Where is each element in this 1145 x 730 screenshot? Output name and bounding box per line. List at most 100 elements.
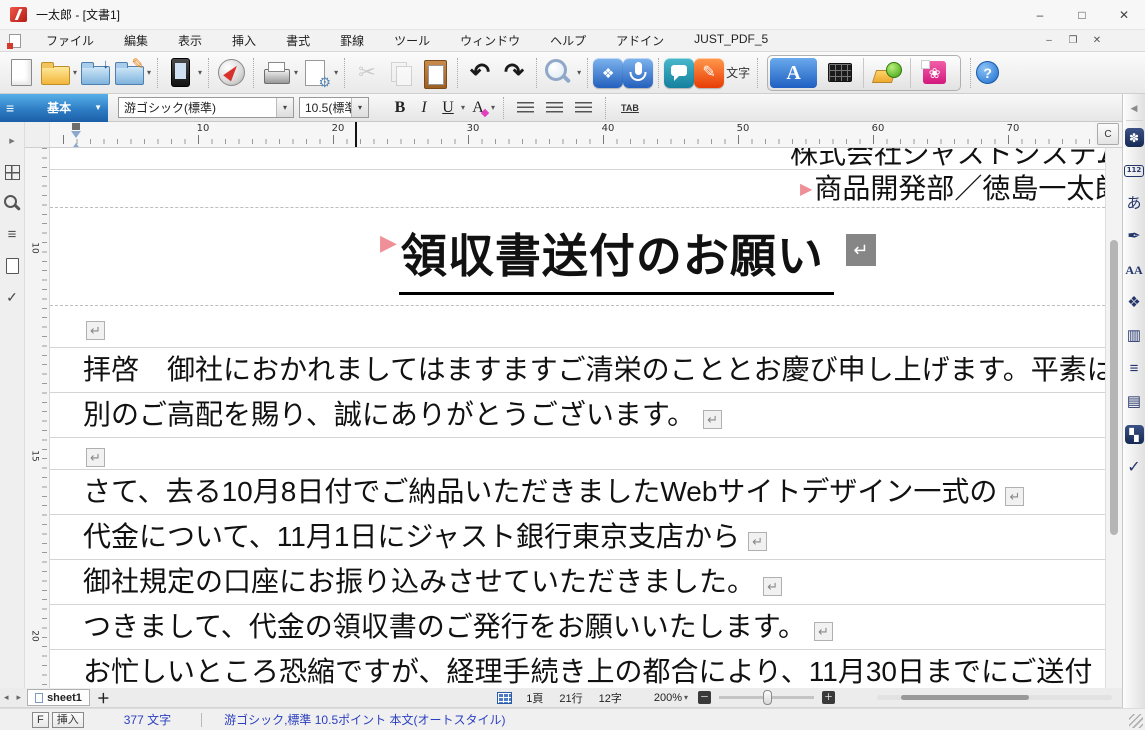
indent-marker[interactable] — [71, 131, 81, 147]
doc-close-button[interactable]: ✕ — [1085, 35, 1109, 46]
hamburger-icon[interactable]: ≡ — [6, 100, 14, 116]
vertical-scrollbar-thumb[interactable] — [1110, 240, 1118, 535]
collapse-panel-icon[interactable]: ◀ — [1126, 97, 1143, 121]
fonts-icon[interactable]: AA — [1123, 253, 1145, 286]
save-as-icon[interactable]: ✎ — [112, 56, 146, 90]
view-mode-icon[interactable] — [497, 692, 512, 704]
copy-icon[interactable] — [384, 56, 418, 90]
paste-icon[interactable] — [418, 56, 452, 90]
close-button[interactable]: ✕ — [1103, 0, 1145, 30]
body-line[interactable]: お忙しいところ恐縮ですが、経理手続き上の都合により、11月30日までにご送付 — [50, 650, 1105, 688]
horizontal-scrollbar-thumb[interactable] — [901, 695, 1029, 700]
proof-check-icon[interactable]: ✓ — [0, 281, 25, 312]
mobile-view-icon[interactable] — [163, 56, 197, 90]
zoom-slider[interactable] — [719, 696, 814, 699]
vertical-scrollbar[interactable] — [1105, 148, 1122, 688]
text-correction-icon[interactable]: ✎ — [694, 58, 724, 88]
expand-panel-icon[interactable]: ▸ — [0, 126, 25, 157]
menu-item-just-pdf[interactable]: JUST_PDF_5 — [679, 30, 783, 51]
flower-icon[interactable]: ✽ — [1123, 121, 1145, 154]
redo-icon[interactable]: ↷ — [497, 56, 531, 90]
add-sheet-button[interactable]: ＋ — [97, 688, 110, 707]
underline-button[interactable]: U — [436, 97, 460, 119]
menu-item-file[interactable]: ファイル — [31, 30, 109, 51]
mobile-view-icon-dropdown[interactable]: ▾ — [198, 68, 202, 77]
table-mode-button[interactable] — [817, 58, 864, 88]
font-name-dropdown-icon[interactable]: ▾ — [276, 98, 293, 117]
tab-ruler-button[interactable]: TAB — [621, 103, 639, 113]
insert-mode-toggle[interactable]: 挿入 — [52, 712, 84, 728]
body-line[interactable]: 別のご高配を賜り、誠にありがとうございます。↵ — [50, 393, 1105, 438]
resize-grip[interactable] — [1129, 714, 1143, 728]
doc-minimize-button[interactable]: – — [1037, 35, 1061, 46]
overview-grid-icon[interactable] — [0, 157, 25, 188]
zoom-slider-thumb[interactable] — [763, 690, 772, 705]
document-editing-area[interactable]: 株式会社ジャストシステム▶商品開発部／徳島一太郎▶領収書送付のお願い↵↵拝啓 御… — [50, 148, 1105, 688]
print-icon-dropdown[interactable]: ▾ — [294, 68, 298, 77]
undo-icon[interactable]: ↶ — [463, 56, 497, 90]
font-size-select[interactable]: 10.5(標準) ▾ — [299, 97, 369, 118]
title-line[interactable]: ▶領収書送付のお願い↵ — [50, 208, 1105, 306]
horizontal-scrollbar[interactable] — [877, 695, 1112, 700]
font-size-dropdown-icon[interactable]: ▾ — [351, 98, 368, 117]
zoom-in-button[interactable]: ＋ — [822, 691, 835, 704]
search-icon-dropdown[interactable]: ▾ — [577, 68, 581, 77]
menu-item-view[interactable]: 表示 — [163, 30, 217, 51]
underline-dropdown-icon[interactable]: ▾ — [461, 103, 465, 112]
menu-item-help[interactable]: ヘルプ — [535, 30, 601, 51]
align-center-icon[interactable] — [546, 102, 563, 114]
body-line[interactable]: 代金について、11月1日にジャスト銀行東京支店から↵ — [50, 515, 1105, 560]
save-as-icon-dropdown[interactable]: ▾ — [147, 68, 151, 77]
outline-lines-icon[interactable]: ≡ — [1123, 352, 1145, 385]
new-document-icon[interactable] — [4, 56, 38, 90]
align-left-icon[interactable] — [517, 102, 534, 114]
print-settings-icon[interactable]: ⚙ — [299, 56, 333, 90]
stamp-icon[interactable]: ✒ — [1123, 220, 1145, 253]
style-selector[interactable]: ≡ 基本 ▼ — [0, 94, 108, 122]
font-color-button[interactable]: A — [466, 97, 490, 119]
kana-input-icon[interactable]: あ — [1123, 187, 1145, 220]
blank-line[interactable]: ↵ — [50, 306, 1105, 348]
menu-item-addin[interactable]: アドイン — [601, 30, 679, 51]
cut-icon[interactable]: ✂ — [350, 56, 384, 90]
menu-item-window[interactable]: ウィンドウ — [445, 30, 535, 51]
comment-icon[interactable] — [664, 58, 694, 88]
sheet-tab[interactable]: sheet1 — [27, 689, 90, 706]
search-tool-icon[interactable] — [0, 188, 25, 219]
window-memo-icon[interactable]: ▤ — [1123, 385, 1145, 418]
open-folder-icon-dropdown[interactable]: ▾ — [73, 68, 77, 77]
navigation-icon[interactable] — [214, 56, 248, 90]
bold-button[interactable]: B — [388, 97, 412, 119]
body-line[interactable]: さて、去る10月8日付でご納品いただきましたWebサイトデザイン一式の↵ — [50, 470, 1105, 515]
menu-item-insert[interactable]: 挿入 — [217, 30, 271, 51]
menu-item-format[interactable]: 書式 — [271, 30, 325, 51]
search-icon[interactable] — [542, 56, 576, 90]
minimize-button[interactable]: – — [1019, 0, 1061, 30]
shape-mode-button[interactable] — [864, 58, 911, 88]
sender-company-line[interactable]: 株式会社ジャストシステム — [50, 148, 1105, 170]
margin-flag-marker[interactable] — [72, 123, 80, 130]
menu-item-edit[interactable]: 編集 — [109, 30, 163, 51]
print-icon[interactable] — [259, 56, 293, 90]
blank-line[interactable]: ↵ — [50, 438, 1105, 470]
body-line[interactable]: 御社規定の口座にお振り込みさせていただきました。↵ — [50, 560, 1105, 605]
zoom-level[interactable]: 200% — [654, 692, 682, 704]
check-mark-icon[interactable]: ✓ — [1123, 451, 1145, 484]
hanako-mode-button[interactable]: ❀ — [911, 58, 958, 88]
tab-scroll-left-icon[interactable]: ◂ — [0, 692, 13, 703]
font-name-select[interactable]: 游ゴシック(標準) ▾ — [118, 97, 294, 118]
ruler-c-button[interactable]: C — [1097, 123, 1119, 145]
document-menu-icon[interactable] — [9, 34, 21, 48]
page-tool-icon[interactable] — [0, 250, 25, 281]
copies-icon[interactable]: ▥ — [1123, 319, 1145, 352]
body-line[interactable]: つきまして、代金の領収書のご発行をお願いいたします。↵ — [50, 605, 1105, 650]
italic-button[interactable]: I — [412, 97, 436, 119]
sender-person-line[interactable]: ▶商品開発部／徳島一太郎 — [50, 170, 1105, 208]
window-media-icon[interactable]: ❖ — [1123, 286, 1145, 319]
photo-badge-icon[interactable]: 112 — [1123, 154, 1145, 187]
menu-item-border[interactable]: 罫線 — [325, 30, 379, 51]
function-mode-toggle[interactable]: F — [32, 712, 49, 728]
voice-input-icon[interactable] — [623, 58, 653, 88]
doc-restore-button[interactable]: ❐ — [1061, 35, 1085, 46]
body-line[interactable]: 拝啓 御社におかれましてはますますご清栄のこととお慶び申し上げます。平素は — [50, 348, 1105, 393]
